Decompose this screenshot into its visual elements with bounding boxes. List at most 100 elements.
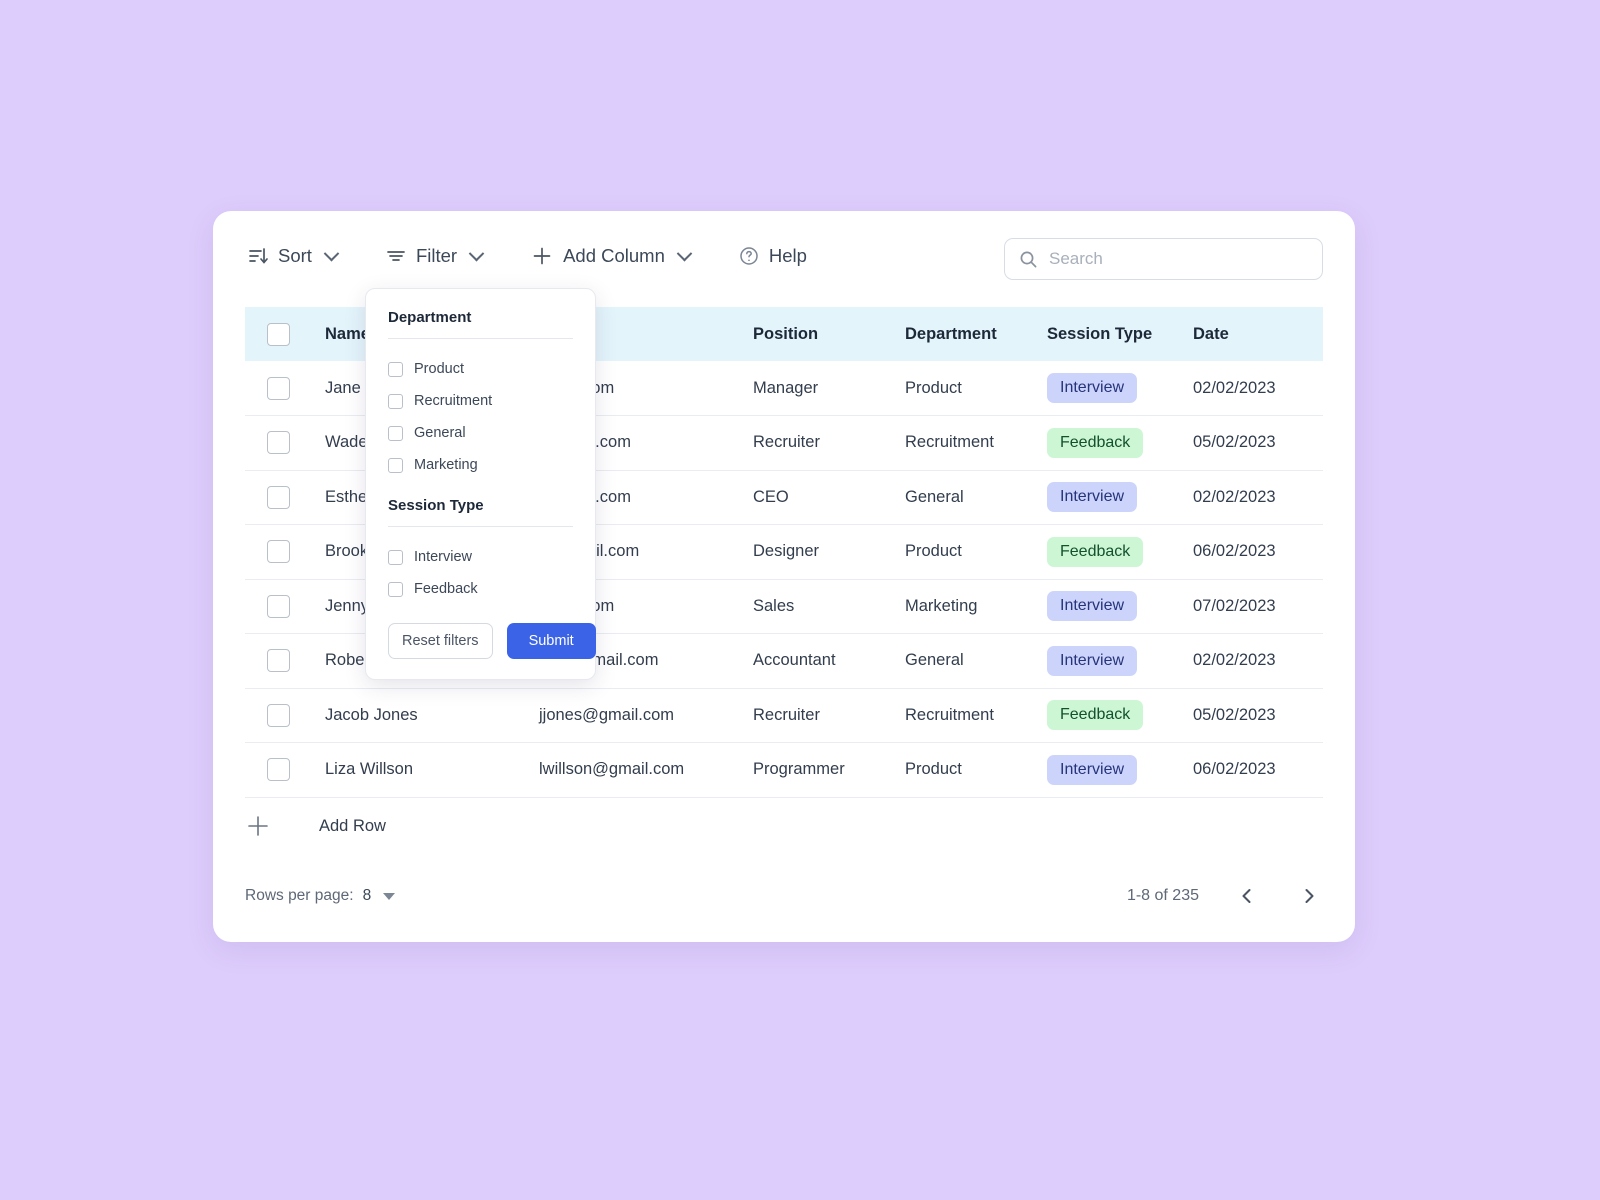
cell-department: Product [905, 760, 962, 779]
pagination-range: 1-8 of 235 [1126, 887, 1199, 904]
cell-session-type: Interview [1047, 579, 1193, 634]
rows-per-page-label: Rows per page: [245, 887, 354, 904]
add-column-button[interactable]: Add Column [528, 240, 693, 272]
cell-position: CEO [753, 487, 789, 506]
filter-option-recruitment[interactable]: Recruitment [388, 385, 573, 417]
cell-email: jjones@gmail.com [539, 705, 675, 724]
cell-session-type: Interview [1047, 470, 1193, 525]
search-icon [1019, 250, 1038, 269]
rows-per-page-control[interactable]: Rows per page: 8 [245, 887, 396, 905]
row-checkbox[interactable] [267, 540, 290, 564]
chevron-down-icon [676, 245, 693, 261]
cell-department: General [905, 651, 964, 670]
filter-session-title: Session Type [388, 497, 484, 514]
column-header-session-type[interactable]: Session Type [1047, 307, 1193, 361]
divider [388, 526, 573, 527]
column-header-position[interactable]: Position [753, 307, 905, 361]
cell-date: 06/02/2023 [1193, 760, 1276, 779]
filter-button[interactable]: Filter [383, 241, 485, 271]
cell-session-type: Interview [1047, 634, 1193, 689]
previous-page-button[interactable] [1233, 882, 1261, 910]
cell-position: Designer [753, 542, 820, 561]
option-label: Feedback [414, 581, 478, 597]
submit-filters-button[interactable]: Submit [506, 623, 596, 659]
filter-option-product[interactable]: Product [388, 353, 573, 385]
cell-session-type: Interview [1047, 361, 1193, 416]
row-checkbox[interactable] [267, 758, 290, 782]
filter-icon [385, 245, 407, 267]
status-badge: Feedback [1047, 700, 1144, 731]
filter-option-interview[interactable]: Interview [388, 541, 573, 573]
row-select-cell [245, 361, 325, 416]
plus-icon [245, 813, 271, 839]
cell-department: Marketing [905, 596, 978, 615]
checkbox[interactable] [388, 581, 403, 597]
cell-date: 05/02/2023 [1193, 433, 1276, 452]
cell-date: 02/02/2023 [1193, 378, 1276, 397]
table-row[interactable]: Jacob Jones jjones@gmail.com Recruiter Recr… [245, 688, 1323, 743]
sort-icon [247, 245, 269, 267]
filter-dropdown-panel: Department Product Recruitment General Mark… [365, 288, 596, 680]
cell-session-type: Feedback [1047, 525, 1193, 580]
row-checkbox[interactable] [267, 649, 290, 673]
option-label: Interview [414, 549, 473, 565]
add-column-label: Add Column [563, 245, 665, 266]
cell-position: Manager [753, 378, 819, 397]
row-select-cell [245, 579, 325, 634]
filter-session-options: Interview Feedback [388, 541, 573, 605]
cell-session-type: Feedback [1047, 416, 1193, 471]
add-row-button[interactable]: Add Row [245, 813, 386, 839]
rows-per-page-value: 8 [362, 887, 372, 904]
row-checkbox[interactable] [267, 485, 290, 509]
table-row[interactable]: Liza Willson lwillson@gmail.com Programmer… [245, 743, 1323, 798]
cell-position: Accountant [753, 651, 836, 670]
help-button[interactable]: Help [736, 241, 809, 271]
reset-filters-button[interactable]: Reset filters [388, 623, 493, 659]
option-label: Marketing [414, 457, 478, 473]
cell-date: 02/02/2023 [1193, 487, 1276, 506]
search-input[interactable] [1049, 249, 1308, 269]
checkbox[interactable] [388, 393, 403, 409]
row-select-cell [245, 688, 325, 743]
row-select-cell [245, 525, 325, 580]
cell-department: Recruitment [905, 433, 994, 452]
row-checkbox[interactable] [267, 431, 290, 455]
cell-date: 07/02/2023 [1193, 596, 1276, 615]
next-page-button[interactable] [1295, 882, 1323, 910]
checkbox[interactable] [388, 425, 403, 441]
column-header-department[interactable]: Department [905, 307, 1047, 361]
row-checkbox[interactable] [267, 703, 290, 727]
cell-department: Product [905, 542, 962, 561]
row-checkbox[interactable] [267, 594, 290, 618]
row-checkbox[interactable] [267, 376, 290, 400]
chevron-left-icon [1237, 886, 1257, 906]
filter-option-feedback[interactable]: Feedback [388, 573, 573, 605]
pagination: 1-8 of 235 [1127, 882, 1323, 910]
cell-date: 06/02/2023 [1193, 542, 1276, 561]
filter-option-general[interactable]: General [388, 417, 573, 449]
select-all-cell [245, 307, 325, 361]
row-select-cell [245, 743, 325, 798]
cell-department: Recruitment [905, 705, 994, 724]
filter-option-marketing[interactable]: Marketing [388, 449, 573, 481]
filter-actions: Reset filters Submit [388, 623, 596, 659]
checkbox[interactable] [388, 549, 403, 565]
cell-department: Product [905, 378, 962, 397]
sort-button[interactable]: Sort [245, 241, 340, 271]
row-select-cell [245, 470, 325, 525]
filter-label: Filter [415, 245, 458, 266]
add-row-label: Add Row [319, 816, 386, 835]
column-header-date[interactable]: Date [1193, 307, 1323, 361]
select-all-checkbox[interactable] [267, 322, 290, 346]
checkbox[interactable] [388, 457, 403, 473]
cell-date: 05/02/2023 [1193, 705, 1276, 724]
filter-department-title: Department [388, 309, 472, 326]
caret-down-icon[interactable] [383, 892, 396, 900]
search-box[interactable] [1004, 238, 1323, 280]
option-label: General [414, 425, 466, 441]
checkbox[interactable] [388, 361, 403, 377]
status-badge: Feedback [1047, 536, 1144, 567]
cell-session-type: Feedback [1047, 688, 1193, 743]
cell-name: Jacob Jones [325, 705, 418, 724]
